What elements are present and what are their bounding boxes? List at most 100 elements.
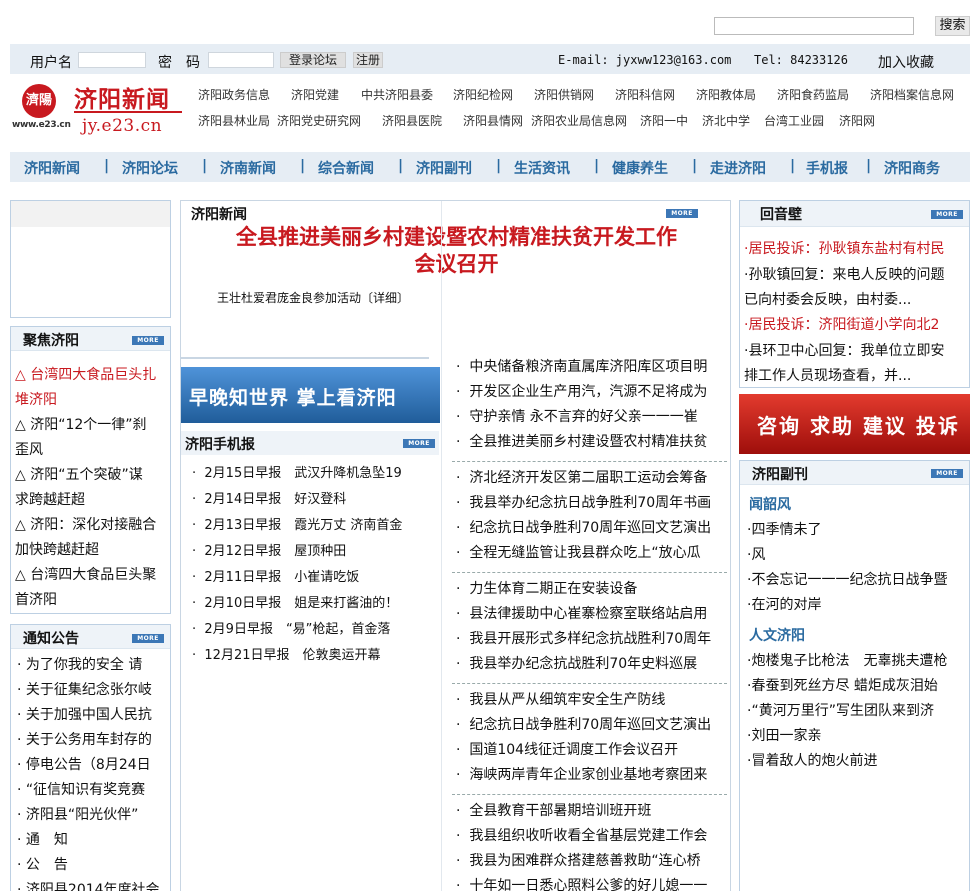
nav-item[interactable]: 济阳商务 — [884, 158, 940, 178]
notice-item[interactable]: · 关于公务用车封存的 — [17, 728, 170, 753]
nav-item[interactable]: 济阳副刊 — [416, 158, 472, 178]
mobile-news-item[interactable]: · 2月11日早报 小崔请吃饭 — [192, 565, 440, 590]
echo-item[interactable]: ·孙耿镇回复：来电人反映的问题 — [744, 263, 968, 288]
headline-summary[interactable]: 王壮杜爱君庞金良参加活动〔详细〕 — [217, 289, 409, 306]
partner-link[interactable]: 济阳县情网 — [463, 112, 523, 129]
partner-link[interactable]: 济阳供销网 — [534, 86, 594, 103]
top-search-button[interactable]: 搜索 — [935, 16, 970, 36]
focus-item[interactable]: 堆济阳 — [15, 388, 57, 413]
news-item[interactable]: · 国道104线征迁调度工作会议召开 — [456, 738, 726, 763]
register-button[interactable]: 注册 — [353, 52, 383, 68]
nav-item[interactable]: 走进济阳 — [710, 158, 766, 178]
mobile-news-item[interactable]: · 2月10日早报 姐是来打酱油的！ — [192, 591, 440, 616]
supplement-item[interactable]: ·四季情未了 — [747, 518, 821, 543]
partner-link[interactable]: 济北中学 — [702, 112, 750, 129]
echo-item[interactable]: 排工作人员现场查看，并... — [744, 364, 968, 387]
news-item[interactable]: · 纪念抗日战争胜利70周年巡回文艺演出 — [456, 713, 726, 738]
news-item[interactable]: · 全县推进美丽乡村建设暨农村精准扶贫 — [456, 430, 726, 455]
partner-link[interactable]: 济阳党史研究网 — [277, 112, 361, 129]
partner-link[interactable]: 济阳网 — [839, 112, 875, 129]
partner-link[interactable]: 济阳农业局信息网 — [531, 112, 627, 129]
focus-item[interactable]: △ 济阳：深化对接融合 — [15, 513, 156, 538]
notice-item[interactable]: · 关于加强中国人民抗 — [17, 703, 170, 728]
partner-link[interactable]: 济阳县林业局 — [198, 112, 270, 129]
nav-item[interactable]: 济阳新闻 — [24, 158, 80, 178]
partner-link[interactable]: 济阳档案信息网 — [870, 86, 954, 103]
news-item[interactable]: · 济北经济开发区第二届职工运动会筹备 — [456, 466, 726, 491]
notice-item[interactable]: · 济阳县“阳光伙伴” — [17, 803, 170, 828]
news-item[interactable]: · 县法律援助中心崔寨检察室联络站启用 — [456, 602, 726, 627]
supplement-item[interactable]: ·刘田一家亲 — [747, 724, 821, 749]
nav-item[interactable]: 生活资讯 — [514, 158, 570, 178]
supplement-sub-heading[interactable]: 闻韶风 — [749, 494, 791, 514]
focus-item[interactable]: 求跨越赶超 — [15, 488, 85, 513]
news-item[interactable]: · 海峡两岸青年企业家创业基地考察团来 — [456, 763, 726, 788]
supplement-sub-heading[interactable]: 人文济阳 — [749, 625, 805, 645]
news-item[interactable]: · 开发区企业生产用汽，汽源不足将成为 — [456, 380, 726, 405]
site-logo[interactable]: 濟陽 www.e23.cn 济阳新闻 jy.e23.cn — [12, 80, 184, 138]
news-item[interactable]: · 我县举办纪念抗日战争胜利70周年书画 — [456, 491, 726, 516]
supplement-item[interactable]: ·炮楼鬼子比枪法 无辜挑夫遭枪 — [747, 649, 947, 674]
news-item[interactable]: · 我县开展形式多样纪念抗战胜利70周年 — [456, 627, 726, 652]
partner-link[interactable]: 济阳食药监局 — [777, 86, 849, 103]
supplement-more-button[interactable]: MORE — [931, 469, 963, 478]
login-forum-button[interactable]: 登录论坛 — [280, 52, 346, 68]
notice-item[interactable]: · 通 知 — [17, 828, 170, 853]
supplement-item[interactable]: ·在河的对岸 — [747, 593, 821, 618]
notice-item[interactable]: · 公 告 — [17, 853, 170, 878]
nav-item[interactable]: 综合新闻 — [318, 158, 374, 178]
partner-link[interactable]: 济阳教体局 — [696, 86, 756, 103]
news-item[interactable]: · 全程无缝监管让我县群众吃上“放心瓜 — [456, 541, 726, 566]
news-item[interactable]: · 我县为困难群众搭建慈善救助“连心桥 — [456, 849, 726, 874]
echo-item[interactable]: ·居民投诉：济阳街道小学向北2 — [744, 313, 968, 338]
notice-item[interactable]: · 济阳县2014年度社会 — [17, 878, 170, 891]
news-item[interactable]: · 力生体育二期正在安装设备 — [456, 577, 726, 602]
notice-item[interactable]: · 为了你我的安全 请 — [17, 653, 170, 678]
news-item[interactable]: · 我县从严从细筑牢安全生产防线 — [456, 688, 726, 713]
nav-item[interactable]: 济阳论坛 — [122, 158, 178, 178]
nav-item[interactable]: 手机报 — [806, 158, 848, 178]
mobile-news-item[interactable]: · 12月21日早报 伦敦奥运开幕 — [192, 643, 440, 668]
news-item[interactable]: · 十年如一日悉心照料公爹的好儿媳一一 — [456, 874, 726, 891]
partner-link[interactable]: 济阳科信网 — [615, 86, 675, 103]
partner-link[interactable]: 济阳党建 — [291, 86, 339, 103]
partner-link[interactable]: 济阳政务信息 — [198, 86, 270, 103]
focus-more-button[interactable]: MORE — [132, 336, 164, 345]
mobile-news-item[interactable]: · 2月15日早报 武汉升降机急坠19 — [192, 461, 440, 486]
notice-more-button[interactable]: MORE — [132, 634, 164, 643]
focus-item[interactable]: △ 济阳“五个突破”谋 — [15, 463, 143, 488]
focus-item[interactable]: △ 台湾四大食品巨头扎 — [15, 363, 156, 388]
mobile-news-more-button[interactable]: MORE — [403, 439, 435, 448]
news-item[interactable]: · 纪念抗日战争胜利70周年巡回文艺演出 — [456, 516, 726, 541]
news-item[interactable]: · 全县教育干部暑期培训班开班 — [456, 799, 726, 824]
notice-item[interactable]: · 停电公告（8月24日 — [17, 753, 170, 778]
notice-item[interactable]: · “征信知识有奖竞赛 — [17, 778, 170, 803]
mobile-news-item[interactable]: · 2月13日早报 霞光万丈 济南首金 — [192, 513, 440, 538]
news-item[interactable]: · 中央储备粮济南直属库济阳库区项目明 — [456, 355, 726, 380]
partner-link[interactable]: 济阳纪检网 — [453, 86, 513, 103]
supplement-item[interactable]: ·不会忘记一一一纪念抗日战争暨 — [747, 568, 947, 593]
nav-item[interactable]: 济南新闻 — [220, 158, 276, 178]
mobile-news-item[interactable]: · 2月14日早报 好汉登科 — [192, 487, 440, 512]
headline-title[interactable]: 全县推进美丽乡村建设暨农村精准扶贫开发工作 会议召开 — [181, 224, 730, 278]
headline-more-button[interactable]: MORE — [666, 209, 698, 218]
partner-link[interactable]: 济阳一中 — [640, 112, 688, 129]
echo-wall-more-button[interactable]: MORE — [931, 210, 963, 219]
news-item[interactable]: · 我县组织收听收看全省基层党建工作会 — [456, 824, 726, 849]
mobile-news-item[interactable]: · 2月12日早报 屋顶种田 — [192, 539, 440, 564]
supplement-item[interactable]: ·冒着敌人的炮火前进 — [747, 749, 877, 774]
news-item[interactable]: · 我县举办纪念抗战胜利70年史料巡展 — [456, 652, 726, 677]
complaint-banner[interactable]: 咨询 求助 建议 投诉 — [739, 394, 970, 454]
top-search-input[interactable] — [714, 17, 914, 35]
focus-item[interactable]: △ 台湾四大食品巨头聚 — [15, 563, 156, 588]
focus-item[interactable]: 歪风 — [15, 438, 43, 463]
username-input[interactable] — [78, 52, 146, 68]
echo-item[interactable]: ·县环卫中心回复：我单位立即安 — [744, 339, 968, 364]
supplement-item[interactable]: ·春蚕到死丝方尽 蜡炬成灰泪始 — [747, 674, 938, 699]
nav-item[interactable]: 健康养生 — [612, 158, 668, 178]
partner-link[interactable]: 济阳县医院 — [382, 112, 442, 129]
add-favorite-link[interactable]: 加入收藏 — [878, 52, 934, 72]
focus-item[interactable]: 首济阳 — [15, 588, 57, 613]
supplement-item[interactable]: ·“黄河万里行”写生团队来到济 — [747, 699, 934, 724]
echo-item[interactable]: 已向村委会反映，由村委... — [744, 288, 968, 313]
